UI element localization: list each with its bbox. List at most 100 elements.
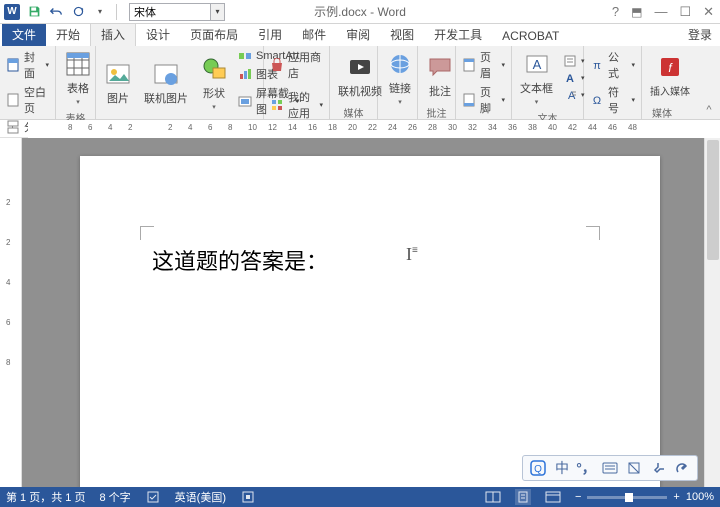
screenshot-icon bbox=[238, 94, 252, 108]
print-layout-icon[interactable] bbox=[515, 489, 531, 505]
zoom-slider[interactable] bbox=[587, 496, 667, 499]
textbox-button[interactable]: A文本框▾ bbox=[516, 48, 557, 108]
tab-view[interactable]: 视图 bbox=[380, 23, 424, 46]
document-workspace: 22468 这道题的答案是： I≡ Q 中 °， bbox=[0, 138, 720, 487]
my-apps-button[interactable]: 我的应用▾ bbox=[268, 88, 325, 122]
horizontal-ruler[interactable]: 8642246810121416182022242628303234363840… bbox=[28, 120, 720, 138]
online-picture-icon bbox=[152, 60, 180, 88]
flash-icon: f bbox=[656, 53, 684, 81]
formula-icon: π bbox=[590, 58, 604, 72]
link-button[interactable]: 链接▾ bbox=[382, 48, 418, 108]
tab-review[interactable]: 审阅 bbox=[336, 23, 380, 46]
status-wordcount[interactable]: 8 个字 bbox=[99, 489, 130, 505]
chart-icon bbox=[238, 67, 252, 81]
status-page[interactable]: 第 1 页，共 1 页 bbox=[6, 489, 85, 505]
undo-icon[interactable] bbox=[48, 4, 64, 20]
smartart-icon bbox=[238, 49, 252, 63]
ime-punct-button[interactable]: °， bbox=[575, 458, 597, 478]
page-break-icon bbox=[6, 120, 20, 134]
zoom-out-button[interactable]: − bbox=[575, 491, 581, 503]
save-icon[interactable] bbox=[26, 4, 42, 20]
ime-toolbox-icon[interactable] bbox=[647, 458, 669, 478]
collapse-ribbon-icon[interactable]: ^ bbox=[702, 103, 716, 117]
minimize-icon[interactable]: — bbox=[654, 4, 667, 19]
quick-parts-button[interactable]: ▾ bbox=[561, 53, 587, 69]
login-link[interactable]: 登录 bbox=[680, 23, 720, 46]
link-icon bbox=[386, 50, 414, 78]
tab-start[interactable]: 开始 bbox=[46, 23, 90, 46]
window-title: 示例.docx - Word bbox=[314, 3, 406, 20]
help-icon[interactable]: ? bbox=[612, 4, 619, 19]
table-icon bbox=[64, 50, 92, 78]
ime-toolbar[interactable]: Q 中 °， bbox=[522, 455, 698, 481]
header-button[interactable]: 页眉▾ bbox=[460, 48, 507, 82]
title-bar: W ▾ ▾ 示例.docx - Word ? ⬒ — ☐ ✕ bbox=[0, 0, 720, 24]
font-name-input[interactable] bbox=[130, 4, 210, 20]
ime-logo-icon[interactable]: Q bbox=[527, 458, 549, 478]
tab-mail[interactable]: 邮件 bbox=[292, 23, 336, 46]
group-label-comments: 批注 bbox=[418, 105, 455, 119]
symbol-button[interactable]: Ω符号▾ bbox=[588, 83, 637, 117]
status-language[interactable]: 英语(美国) bbox=[175, 489, 226, 505]
word-app-icon: W bbox=[4, 4, 20, 20]
shapes-button[interactable]: 形状▾ bbox=[196, 53, 232, 113]
tab-file[interactable]: 文件 bbox=[2, 23, 46, 46]
blank-page-icon bbox=[6, 93, 20, 107]
tab-acrobat[interactable]: ACROBAT bbox=[492, 26, 569, 46]
zoom-control[interactable]: − + 100% bbox=[575, 491, 714, 503]
read-mode-icon[interactable] bbox=[485, 489, 501, 505]
svg-text:π: π bbox=[593, 60, 601, 72]
cover-page-button[interactable]: 封面▾ bbox=[4, 48, 51, 82]
maximize-icon[interactable]: ☐ bbox=[679, 4, 691, 20]
drop-cap-icon: A bbox=[563, 88, 577, 102]
app-store-button[interactable]: 应用商店 bbox=[268, 48, 325, 82]
tab-insert[interactable]: 插入 bbox=[90, 22, 136, 46]
font-dropdown-icon[interactable]: ▾ bbox=[210, 4, 224, 20]
spellcheck-icon[interactable] bbox=[145, 489, 161, 505]
macro-record-icon[interactable] bbox=[240, 489, 256, 505]
group-label-media: 媒体 bbox=[330, 105, 377, 119]
online-picture-button[interactable]: 联机图片 bbox=[140, 58, 192, 108]
vertical-ruler[interactable]: 22468 bbox=[0, 138, 22, 487]
tab-design[interactable]: 设计 bbox=[136, 23, 180, 46]
tab-layout[interactable]: 页面布局 bbox=[180, 23, 248, 46]
group-label-links bbox=[378, 110, 417, 119]
svg-text:A: A bbox=[532, 57, 541, 72]
drop-cap-button[interactable]: A▾ bbox=[561, 87, 587, 103]
vertical-scrollbar[interactable] bbox=[704, 138, 720, 487]
text-cursor-icon: I≡ bbox=[406, 244, 418, 265]
close-icon[interactable]: ✕ bbox=[703, 4, 714, 20]
ribbon-display-options-icon[interactable]: ⬒ bbox=[631, 5, 642, 19]
qat-customize-icon[interactable]: ▾ bbox=[92, 4, 108, 20]
zoom-in-button[interactable]: + bbox=[673, 491, 679, 503]
svg-text:A: A bbox=[566, 73, 574, 85]
ime-skin-icon[interactable] bbox=[623, 458, 645, 478]
zoom-value[interactable]: 100% bbox=[686, 491, 714, 503]
scrollbar-thumb[interactable] bbox=[707, 140, 719, 260]
document-page[interactable]: 这道题的答案是： I≡ bbox=[80, 156, 660, 487]
picture-button[interactable]: 图片 bbox=[100, 58, 136, 108]
comment-button[interactable]: 批注 bbox=[422, 51, 458, 101]
embed-media-button[interactable]: f插入媒体 bbox=[646, 51, 694, 100]
status-bar: 第 1 页，共 1 页 8 个字 英语(美国) − + 100% bbox=[0, 487, 720, 507]
margin-marker-tl bbox=[140, 226, 154, 240]
ime-lang-button[interactable]: 中 bbox=[551, 458, 573, 478]
ime-settings-icon[interactable] bbox=[671, 458, 693, 478]
footer-button[interactable]: 页脚▾ bbox=[460, 83, 507, 117]
web-layout-icon[interactable] bbox=[545, 489, 561, 505]
video-icon bbox=[346, 53, 374, 81]
table-button[interactable]: 表格▾ bbox=[60, 48, 96, 108]
cover-page-icon bbox=[6, 58, 20, 72]
font-selector[interactable]: ▾ bbox=[129, 3, 225, 21]
redo-icon[interactable] bbox=[70, 4, 86, 20]
wordart-button[interactable]: A▾ bbox=[561, 70, 587, 86]
picture-icon bbox=[104, 60, 132, 88]
blank-page-button[interactable]: 空白页 bbox=[4, 83, 51, 117]
document-text[interactable]: 这道题的答案是： bbox=[152, 244, 328, 276]
ime-keyboard-icon[interactable] bbox=[599, 458, 621, 478]
tab-references[interactable]: 引用 bbox=[248, 23, 292, 46]
formula-button[interactable]: π公式▾ bbox=[588, 48, 637, 82]
shapes-icon bbox=[200, 55, 228, 83]
footer-icon bbox=[462, 93, 476, 107]
tab-developer[interactable]: 开发工具 bbox=[424, 23, 492, 46]
